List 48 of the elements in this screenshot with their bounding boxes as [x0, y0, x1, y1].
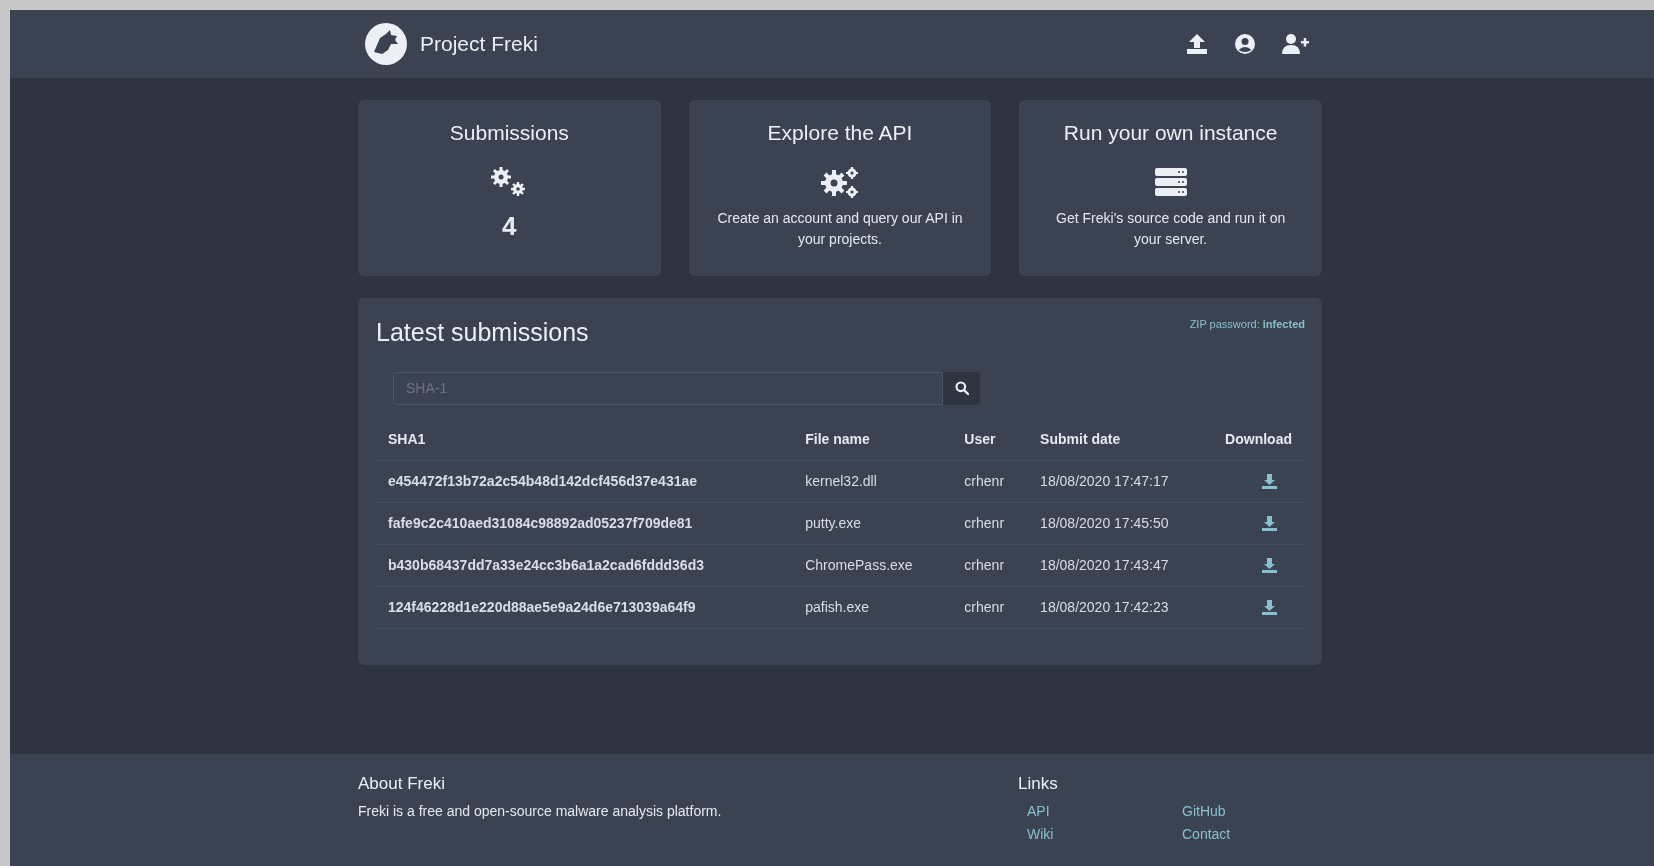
footer-heading: About Freki [358, 773, 446, 795]
card-description: Get Freki's source code and run it on your server. [1055, 208, 1287, 249]
column-header: File name [790, 418, 950, 461]
card-title: Submissions [449, 120, 569, 146]
column-header: User [949, 418, 1026, 461]
card-title: Run your own instance [1063, 120, 1278, 146]
sha1-cell: 124f46228d1e220d88ae5e9a24d6e713039a64f9 [373, 586, 791, 629]
submission-count: 4 [502, 209, 517, 243]
footer-link[interactable]: Contact [1182, 823, 1231, 845]
zip-password-note: ZIP password: infected [1189, 317, 1305, 332]
footer-link[interactable]: Wiki [1027, 823, 1054, 845]
about-text: Freki is a free and open-source malware analysis platform. [358, 801, 723, 821]
file-name-cell: ChromePass.exe [790, 544, 950, 587]
download-icon[interactable] [1262, 474, 1278, 489]
date-cell: 18/08/2020 17:47:17 [1025, 460, 1211, 503]
brand-name[interactable]: Project Freki [420, 28, 538, 60]
server-icon [1154, 166, 1187, 197]
footer-link[interactable]: API [1027, 800, 1050, 822]
download-icon[interactable] [1262, 600, 1278, 615]
column-header: SHA1 [373, 418, 791, 461]
footer-heading: Links [1018, 773, 1059, 795]
download-icon[interactable] [1262, 558, 1278, 573]
file-name-cell: putty.exe [790, 502, 950, 545]
column-header: Download [1210, 418, 1307, 461]
user-cell: crhenr [949, 544, 1026, 587]
sha1-cell: e454472f13b72a2c54b48d142dcf456d37e431ae [373, 460, 791, 503]
file-name-cell: kernel32.dll [790, 460, 950, 503]
user-cell: crhenr [949, 460, 1026, 503]
footer-link[interactable]: GitHub [1182, 800, 1226, 822]
card-description: Create an account and query our API in your projects. [716, 208, 964, 249]
search-button[interactable] [943, 371, 980, 405]
column-header: Submit date [1025, 418, 1211, 461]
user-icon[interactable] [1234, 33, 1256, 55]
file-name-cell: pafish.exe [790, 586, 950, 629]
upload-icon[interactable] [1186, 33, 1208, 55]
date-cell: 18/08/2020 17:43:47 [1025, 544, 1211, 587]
sha1-cell: b430b68437dd7a33e24cc3b6a1a2cad6fddd36d3 [373, 544, 791, 587]
add-user-icon[interactable] [1282, 33, 1310, 55]
user-cell: crhenr [949, 586, 1026, 629]
sha1-cell: fafe9c2c410aed31084c98892ad05237f709de81 [373, 502, 791, 545]
gears-icon [820, 164, 860, 199]
date-cell: 18/08/2020 17:42:23 [1025, 586, 1211, 629]
date-cell: 18/08/2020 17:45:50 [1025, 502, 1211, 545]
search-icon [954, 381, 969, 395]
card-title: Explore the API [767, 120, 913, 146]
user-cell: crhenr [949, 502, 1026, 545]
panel-title: Latest submissions [375, 317, 589, 348]
download-icon[interactable] [1262, 516, 1278, 531]
